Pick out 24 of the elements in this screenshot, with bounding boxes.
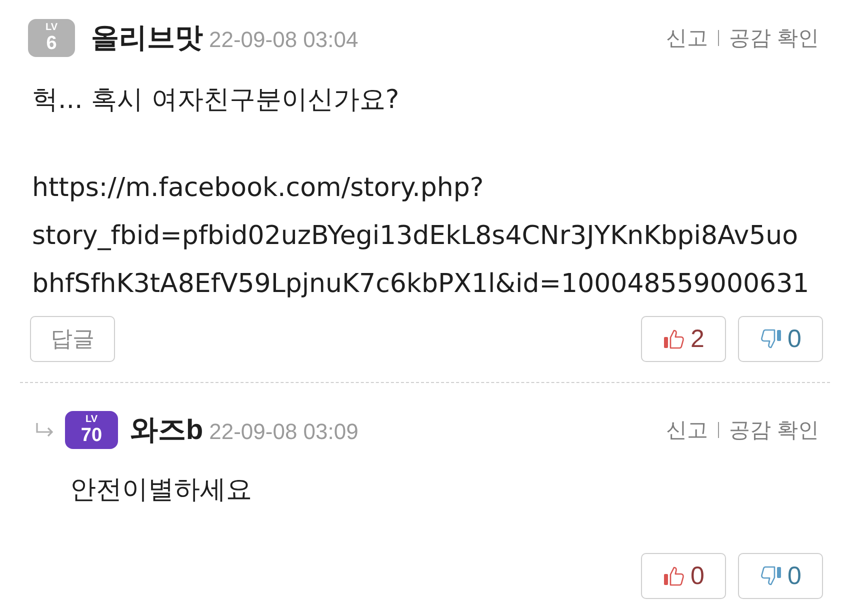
badge-level: 6 (46, 34, 57, 53)
author-name[interactable]: 올리브맛 (91, 19, 203, 57)
comment-date: 22-09-08 03:09 (209, 418, 358, 444)
action-link[interactable]: 공감 확인 (729, 24, 819, 52)
badge-level: 70 (80, 426, 102, 445)
comment-text: 헉... 혹시 여자친구분이신가요? (32, 84, 400, 117)
thumbs-down-icon (760, 565, 782, 587)
like-button[interactable]: 2 (641, 316, 726, 362)
badge-label: LV (45, 23, 58, 33)
action-link[interactable]: 공감 확인 (729, 416, 819, 444)
dislike-button[interactable]: 0 (738, 553, 823, 599)
thumbs-down-icon (760, 328, 782, 350)
like-button[interactable]: 0 (641, 553, 726, 599)
reply-button[interactable]: 답글 (30, 316, 115, 362)
comment-text: https://m.facebook.com/story.php? story_fbid=pfbid02uzBYegi13dEkL8s4CNr3JYKnKbpi8Av5uo bhfSfhK3tA8EfV59LpjnuK7c6kbPX1l&id=100048559000631 (32, 172, 810, 301)
badge-label: LV (85, 415, 98, 425)
dislike-button[interactable]: 0 (738, 316, 823, 362)
thumbs-up-icon (662, 565, 685, 587)
comment-text: 안전이별하세요 (70, 474, 253, 507)
thumbs-up-icon (662, 328, 685, 350)
action-link[interactable]: 신고 (666, 416, 708, 444)
comment-date: 22-09-08 03:04 (209, 26, 358, 52)
author-name[interactable]: 와즈b (130, 411, 204, 449)
action-link[interactable]: 신고 (666, 24, 708, 52)
